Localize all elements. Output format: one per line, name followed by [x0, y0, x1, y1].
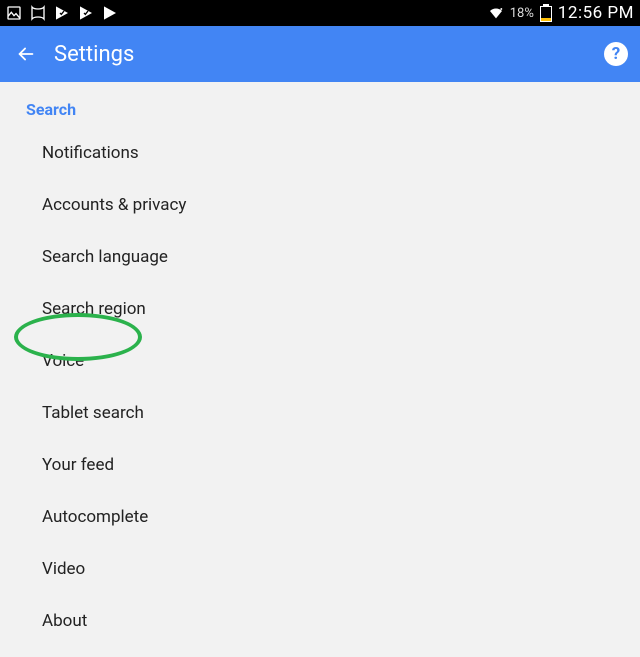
- settings-content: Search Notifications Accounts & privacy …: [0, 82, 640, 657]
- play-check-icon: [78, 5, 94, 21]
- settings-item-video[interactable]: Video: [0, 543, 640, 595]
- wifi-icon: [488, 5, 504, 21]
- play-store-icon: [102, 5, 118, 21]
- settings-item-accounts-privacy[interactable]: Accounts & privacy: [0, 179, 640, 231]
- settings-item-tablet-search[interactable]: Tablet search: [0, 387, 640, 439]
- present-icon: [30, 5, 46, 21]
- settings-item-voice[interactable]: Voice: [0, 335, 640, 387]
- settings-item-your-feed[interactable]: Your feed: [0, 439, 640, 491]
- battery-percentage: 18%: [510, 6, 534, 21]
- image-icon: [6, 5, 22, 21]
- back-button[interactable]: [12, 40, 40, 68]
- section-header-search: Search: [0, 82, 640, 127]
- status-clock: 12:56 PM: [558, 3, 634, 23]
- battery-icon: [540, 4, 552, 22]
- status-bar: 18% 12:56 PM: [0, 0, 640, 26]
- settings-item-about[interactable]: About: [0, 595, 640, 647]
- settings-item-search-language[interactable]: Search language: [0, 231, 640, 283]
- status-left-icons: [6, 5, 118, 21]
- app-bar: Settings ?: [0, 26, 640, 82]
- settings-item-notifications[interactable]: Notifications: [0, 127, 640, 179]
- play-check-icon: [54, 5, 70, 21]
- status-right: 18% 12:56 PM: [488, 3, 634, 23]
- settings-item-search-region[interactable]: Search region: [0, 283, 640, 335]
- settings-item-autocomplete[interactable]: Autocomplete: [0, 491, 640, 543]
- app-bar-title: Settings: [54, 42, 604, 67]
- help-button[interactable]: ?: [604, 42, 628, 66]
